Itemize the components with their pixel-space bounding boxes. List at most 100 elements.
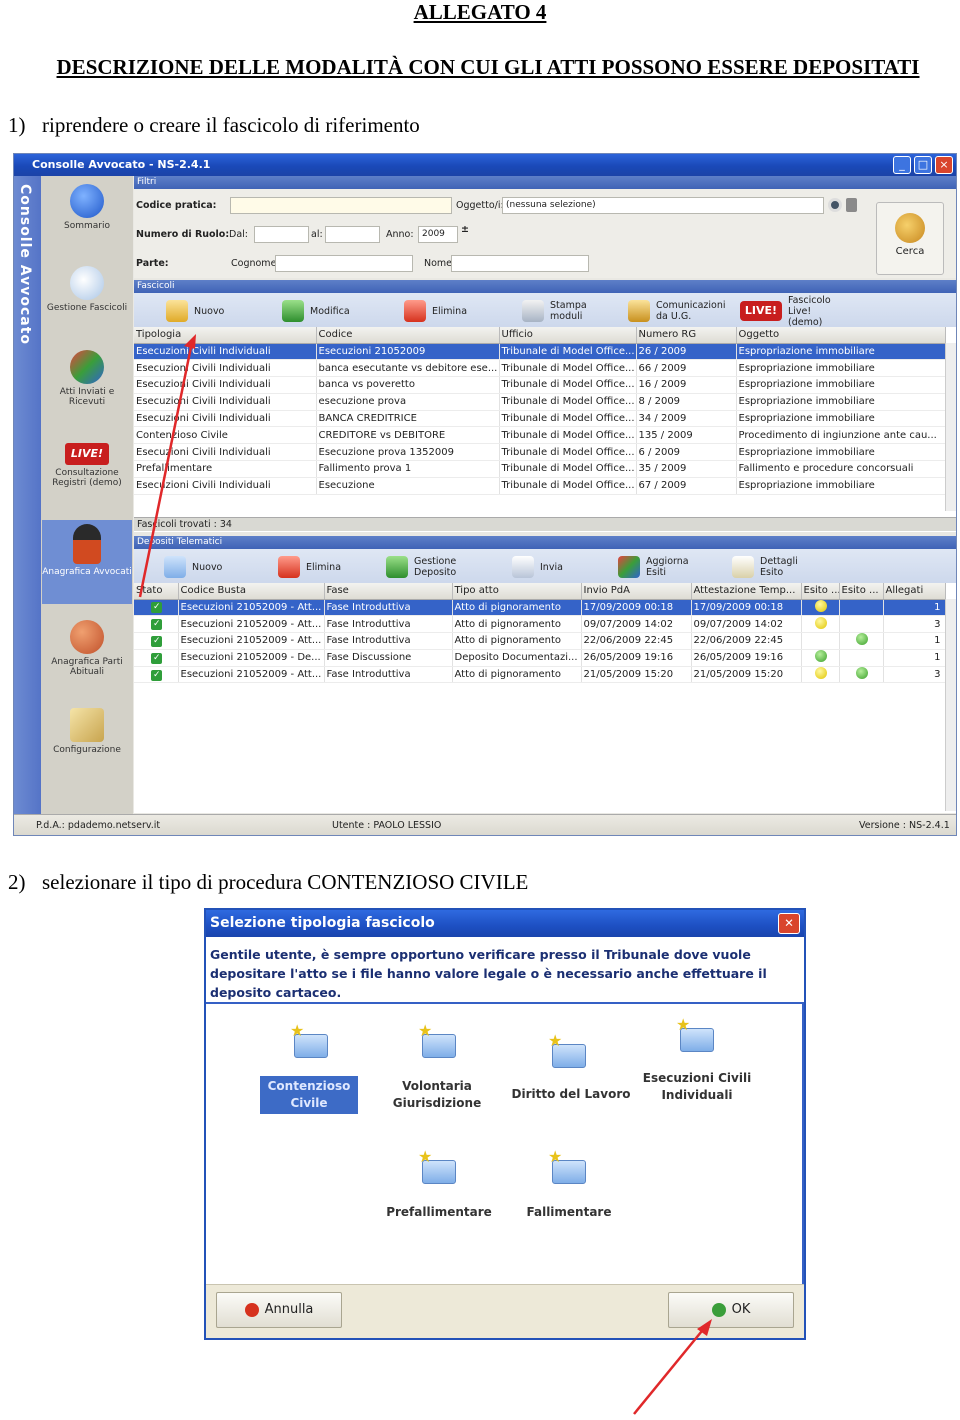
stampa-moduli-button[interactable]: Stampa moduli	[522, 298, 596, 324]
annulla-button[interactable]: Annulla	[216, 1292, 342, 1328]
ok-status-icon	[815, 650, 827, 663]
fascicolo-live-button[interactable]: LIVE! Fascicolo Live! (demo)	[740, 295, 848, 328]
table-row[interactable]: Esecuzioni Civili Individuali Esecuzione …	[134, 443, 946, 462]
nav-atti-inviati[interactable]: Atti Inviati e Ricevuti	[42, 346, 132, 418]
dal-input[interactable]	[254, 226, 309, 243]
table-row[interactable]: ✓ Esecuzioni 21052009 - De... Fase Discuss…	[134, 649, 946, 667]
anno-spinner-icon[interactable]: ±	[461, 224, 469, 235]
depositi-scrollbar[interactable]	[945, 599, 956, 811]
cognome-input[interactable]	[275, 255, 413, 272]
nav-sommario[interactable]: Sommario	[42, 180, 132, 252]
column-header[interactable]: Invio PdA	[581, 583, 692, 600]
table-row[interactable]: ✓ Esecuzioni 21052009 - Att... Fase Introd…	[134, 599, 946, 617]
option-contenzioso-civile[interactable]: Contenzioso Civile	[260, 1076, 358, 1114]
step-1: 1) riprendere o creare il fascicolo di ri…	[8, 113, 420, 138]
dialog-close-button[interactable]: ×	[778, 913, 800, 934]
nav-consultazione-registri[interactable]: LIVE! Consultazione Registri (demo)	[42, 431, 132, 503]
table-row[interactable]: Esecuzioni Civili Individuali Esecuzioni …	[134, 343, 946, 361]
table-cell: Espropriazione immobiliare	[736, 376, 946, 394]
nav-label: Sommario	[64, 221, 110, 231]
codice-pratica-input[interactable]	[230, 197, 452, 214]
anno-label: Anno:	[386, 229, 414, 240]
option-volontaria-giurisdizione[interactable]: Volontaria Giurisdizione	[382, 1078, 492, 1112]
fascicoli-scrollbar[interactable]	[945, 343, 956, 511]
search-oggetto-icon[interactable]	[828, 198, 842, 212]
al-label: al:	[311, 229, 323, 240]
table-cell: Atto di pignoramento	[452, 632, 582, 650]
maximize-button[interactable]: □	[914, 156, 932, 174]
minimize-button[interactable]: _	[893, 156, 911, 174]
table-cell: Esecuzioni 21052009 - De...	[178, 649, 325, 667]
people-icon	[70, 620, 104, 654]
table-cell: Tribunale di Model Office...	[499, 376, 637, 394]
trash-icon[interactable]	[846, 198, 857, 212]
allegati-cell: 3	[883, 615, 946, 634]
option-diritto-del-lavoro[interactable]: Diritto del Lavoro	[502, 1086, 640, 1103]
cancel-icon	[244, 1303, 259, 1317]
column-header[interactable]: Oggetto	[736, 327, 946, 344]
esito-cell	[801, 649, 840, 667]
table-row[interactable]: Prefallimentare Fallimento prova 1 Tribuna…	[134, 460, 946, 478]
elimina-fascicolo-button[interactable]: Elimina	[404, 298, 467, 324]
comunicazioni-button[interactable]: Comunicazioni da U.G.	[628, 298, 726, 324]
oggetto-select[interactable]: (nessuna selezione)	[502, 197, 824, 214]
elimina-deposito-button[interactable]: Elimina	[278, 554, 341, 580]
pda-status: P.d.A.: pdademo.netserv.it	[36, 820, 161, 831]
column-header[interactable]: Attestazione Temp...	[691, 583, 802, 600]
al-input[interactable]	[325, 226, 380, 243]
nome-input[interactable]	[451, 255, 589, 272]
table-row[interactable]: Esecuzioni Civili Individuali esecuzione …	[134, 393, 946, 411]
window-titlebar: Consolle Avvocato - NS-2.4.1	[14, 154, 956, 176]
invia-button[interactable]: Invia	[512, 554, 563, 580]
table-row[interactable]: Esecuzioni Civili Individuali banca esecu…	[134, 359, 946, 378]
mail-icon	[628, 300, 650, 322]
modifica-fascicolo-button[interactable]: Modifica	[282, 298, 350, 324]
ok-icon	[711, 1303, 726, 1317]
table-row[interactable]: Contenzioso Civile CREDITORE vs DEBITORE T…	[134, 426, 946, 445]
selezione-tipologia-dialog: Selezione tipologia fascicolo × Gentile …	[204, 908, 806, 1340]
codice-pratica-label: Codice pratica:	[136, 200, 217, 211]
table-row[interactable]: ✓ Esecuzioni 21052009 - Att... Fase Introd…	[134, 615, 946, 634]
column-header[interactable]: Ufficio	[499, 327, 637, 344]
nav-anagrafica-avvocati[interactable]: Anagrafica Avvocati	[42, 520, 132, 604]
table-row[interactable]: ✓ Esecuzioni 21052009 - Att... Fase Introd…	[134, 666, 946, 684]
cerca-button[interactable]: Cerca	[876, 202, 944, 275]
status-cell: ✓	[134, 632, 179, 650]
close-button[interactable]: ×	[935, 156, 953, 174]
nuovo-fascicolo-button[interactable]: Nuovo	[166, 298, 224, 324]
table-cell: 22/06/2009 22:45	[691, 632, 802, 650]
table-cell: Tribunale di Model Office...	[499, 477, 637, 495]
option-fallimentare[interactable]: Fallimentare	[514, 1204, 624, 1221]
aggiorna-esiti-button[interactable]: Aggiorna Esiti	[618, 554, 690, 580]
table-row[interactable]: Esecuzioni Civili Individuali Esecuzione T…	[134, 477, 946, 495]
window-title: Consolle Avvocato - NS-2.4.1	[32, 158, 211, 171]
nav-anagrafica-parti[interactable]: Anagrafica Parti Abituali	[42, 616, 132, 688]
nav-gestione-fascicoli[interactable]: Gestione Fascicoli	[42, 262, 132, 334]
folder-icon: ★	[290, 1024, 330, 1060]
column-header[interactable]: Allegati	[883, 583, 946, 600]
option-esecuzioni-civili-individuali[interactable]: Esecuzioni Civili Individuali	[642, 1070, 752, 1104]
gestione-deposito-button[interactable]: Gestione Deposito	[386, 554, 462, 580]
table-cell: Atto di pignoramento	[452, 666, 582, 684]
column-header[interactable]: Esito ...	[839, 583, 884, 600]
table-cell: Fase Introduttiva	[324, 615, 453, 634]
dettagli-esito-button[interactable]: Dettagli Esito	[732, 554, 800, 580]
dialog-title: Selezione tipologia fascicolo	[206, 910, 804, 937]
nav-configurazione[interactable]: Configurazione	[42, 704, 132, 776]
column-header[interactable]: Fase	[324, 583, 453, 600]
table-cell: Espropriazione immobiliare	[736, 410, 946, 428]
check-icon: ✓	[151, 619, 163, 631]
column-header[interactable]: Esito ...	[801, 583, 840, 600]
table-cell: Esecuzione prova 1352009	[316, 443, 500, 462]
column-header[interactable]: Numero RG	[636, 327, 737, 344]
column-header[interactable]: Codice	[316, 327, 500, 344]
table-cell: 26 / 2009	[636, 343, 737, 361]
anno-input[interactable]: 2009	[418, 226, 458, 243]
option-prefallimentare[interactable]: Prefallimentare	[376, 1204, 502, 1221]
table-row[interactable]: Esecuzioni Civili Individuali banca vs po…	[134, 376, 946, 394]
table-cell: Procedimento di ingiunzione ante cau...	[736, 426, 946, 445]
table-row[interactable]: Esecuzioni Civili Individuali BANCA CREDI…	[134, 410, 946, 428]
parte-label: Parte:	[136, 258, 169, 269]
column-header[interactable]: Tipo atto	[452, 583, 582, 600]
table-row[interactable]: ✓ Esecuzioni 21052009 - Att... Fase Introd…	[134, 632, 946, 650]
